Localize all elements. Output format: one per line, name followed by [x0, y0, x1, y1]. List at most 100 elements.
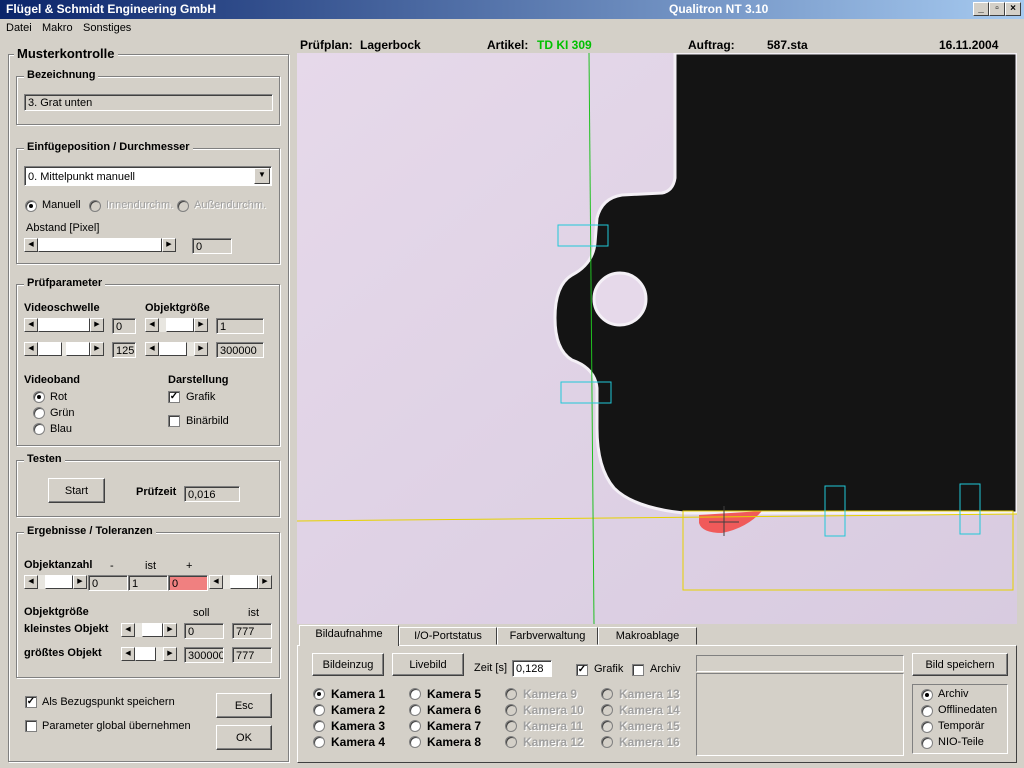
start-button[interactable]: Start — [48, 478, 105, 503]
groesstes-left-arrow-icon[interactable]: ◀ — [121, 647, 135, 661]
bottom-archiv-checkbox[interactable] — [632, 664, 644, 676]
og-min-left-arrow-icon[interactable]: ◀ — [145, 318, 159, 332]
radio-kamera-14[interactable] — [601, 704, 613, 716]
esc-button[interactable]: Esc — [216, 693, 272, 718]
radio-kamera-4[interactable] — [313, 736, 325, 748]
einfuege-select[interactable]: 0. Mittelpunkt manuell ▼ — [24, 166, 272, 186]
radio-kamera-3[interactable] — [313, 720, 325, 732]
camera-image-canvas — [297, 53, 1017, 624]
radio-blau[interactable] — [33, 423, 45, 435]
radio-kamera-13[interactable] — [601, 688, 613, 700]
radio-temporaer[interactable] — [921, 721, 933, 733]
vs-max-right-arrow-icon[interactable]: ▶ — [90, 342, 104, 356]
radio-archiv[interactable] — [921, 689, 933, 701]
og-min-right-arrow-icon[interactable]: ▶ — [194, 318, 208, 332]
videoschwelle-max-value[interactable]: 125 — [112, 342, 136, 358]
binaerbild-checkbox-label: Binärbild — [186, 415, 229, 427]
radio-kamera-9[interactable] — [505, 688, 517, 700]
ist2-label: ist — [248, 607, 259, 619]
kleinstes-left-arrow-icon[interactable]: ◀ — [121, 623, 135, 637]
kleinstes-ist-value[interactable]: 777 — [232, 623, 272, 639]
menu-sonstiges[interactable]: Sonstiges — [83, 22, 131, 34]
vs-min-right-arrow-icon[interactable]: ▶ — [90, 318, 104, 332]
close-button[interactable]: × — [1005, 2, 1021, 16]
radio-kamera-2[interactable] — [313, 704, 325, 716]
videoschwelle-min-value[interactable]: 0 — [112, 318, 136, 334]
objektgroesse-max-value[interactable]: 300000 — [216, 342, 264, 358]
og-max-right-arrow-icon[interactable]: ▶ — [194, 342, 208, 356]
groesstes-right-arrow-icon[interactable]: ▶ — [163, 647, 177, 661]
abstand-left-arrow-icon[interactable]: ◀ — [24, 238, 38, 252]
menu-makro[interactable]: Makro — [42, 22, 73, 34]
radio-aussendurchm[interactable] — [177, 200, 189, 212]
menu-datei[interactable]: Datei — [6, 22, 32, 34]
anz-min-thumb[interactable] — [45, 575, 73, 589]
groesstes-ist-value[interactable]: 777 — [232, 647, 272, 663]
radio-kamera-10[interactable] — [505, 704, 517, 716]
anz-max-left-arrow-icon[interactable]: ◀ — [209, 575, 223, 589]
radio-innendurchm[interactable] — [89, 200, 101, 212]
plus-label: + — [186, 560, 193, 572]
abstand-right-arrow-icon[interactable]: ▶ — [162, 238, 176, 252]
bildeinzug-button[interactable]: Bildeinzug — [312, 653, 384, 676]
grafik-checkbox[interactable]: ✓ — [168, 391, 180, 403]
bezeichnung-field[interactable]: 3. Grat unten — [24, 94, 273, 111]
radio-offlinedaten[interactable] — [921, 705, 933, 717]
abstand-value[interactable]: 0 — [192, 238, 232, 254]
radio-kamera-1[interactable] — [313, 688, 325, 700]
radio-kamera-7[interactable] — [409, 720, 421, 732]
kleinstes-right-arrow-icon[interactable]: ▶ — [163, 623, 177, 637]
vs-max-left-arrow-icon[interactable]: ◀ — [24, 342, 38, 356]
pruefzeit-value[interactable]: 0,016 — [184, 486, 240, 502]
vs-max-thumb-left[interactable] — [38, 342, 62, 356]
og-min-thumb[interactable] — [166, 318, 194, 332]
kleinstes-thumb[interactable] — [142, 623, 163, 637]
tab-io-portstatus[interactable]: I/O-Portstatus — [399, 627, 497, 645]
radio-manuell[interactable] — [25, 200, 37, 212]
tab-bildaufnahme[interactable]: Bildaufnahme — [299, 625, 399, 646]
radio-kamera-16[interactable] — [601, 736, 613, 748]
abstand-scroll-thumb[interactable] — [38, 238, 162, 252]
ok-button[interactable]: OK — [216, 725, 272, 750]
groesstes-soll-value[interactable]: 300000 — [184, 647, 224, 663]
maximize-button[interactable]: ▫ — [989, 2, 1005, 16]
bild-speichern-button[interactable]: Bild speichern — [912, 653, 1008, 676]
radio-kamera-11[interactable] — [505, 720, 517, 732]
radio-kamera-6[interactable] — [409, 704, 421, 716]
binaerbild-checkbox[interactable] — [168, 415, 180, 427]
radio-kamera-8[interactable] — [409, 736, 421, 748]
vs-min-thumb[interactable] — [38, 318, 90, 332]
vs-min-left-arrow-icon[interactable]: ◀ — [24, 318, 38, 332]
radio-kamera-15[interactable] — [601, 720, 613, 732]
parameter-global-checkbox[interactable] — [25, 720, 37, 732]
anz-max-right-arrow-icon[interactable]: ▶ — [258, 575, 272, 589]
radio-kamera-12[interactable] — [505, 736, 517, 748]
groesstes-thumb[interactable] — [135, 647, 156, 661]
radio-nio-teile[interactable] — [921, 737, 933, 749]
radio-gruen[interactable] — [33, 407, 45, 419]
tab-makroablage[interactable]: Makroablage — [598, 627, 697, 645]
anz-min-right-arrow-icon[interactable]: ▶ — [73, 575, 87, 589]
bottom-grafik-checkbox[interactable]: ✓ — [576, 664, 588, 676]
zeit-value[interactable]: 0,128 — [512, 660, 552, 677]
chevron-down-icon[interactable]: ▼ — [254, 168, 270, 184]
bezugspunkt-checkbox[interactable]: ✓ — [25, 696, 37, 708]
tab-farbverwaltung[interactable]: Farbverwaltung — [497, 627, 598, 645]
radio-rot[interactable] — [33, 391, 45, 403]
camera-image[interactable] — [297, 53, 1017, 624]
anz-max-thumb[interactable] — [230, 575, 258, 589]
anz-min-left-arrow-icon[interactable]: ◀ — [24, 575, 38, 589]
og-max-thumb[interactable] — [159, 342, 187, 356]
radio-kamera-5[interactable] — [409, 688, 421, 700]
minimize-button[interactable]: _ — [973, 2, 989, 16]
objektgroesse-min-value[interactable]: 1 — [216, 318, 264, 334]
vs-max-thumb[interactable] — [66, 342, 90, 356]
livebild-button[interactable]: Livebild — [392, 653, 464, 676]
objektanzahl-ist-value[interactable]: 1 — [128, 575, 168, 591]
og-max-left-arrow-icon[interactable]: ◀ — [145, 342, 159, 356]
objektanzahl-max-value[interactable]: 0 — [168, 575, 208, 591]
soll-label: soll — [193, 607, 210, 619]
objektanzahl-min-value[interactable]: 0 — [88, 575, 128, 591]
kleinstes-soll-value[interactable]: 0 — [184, 623, 224, 639]
abstand-label: Abstand [Pixel] — [26, 222, 100, 234]
